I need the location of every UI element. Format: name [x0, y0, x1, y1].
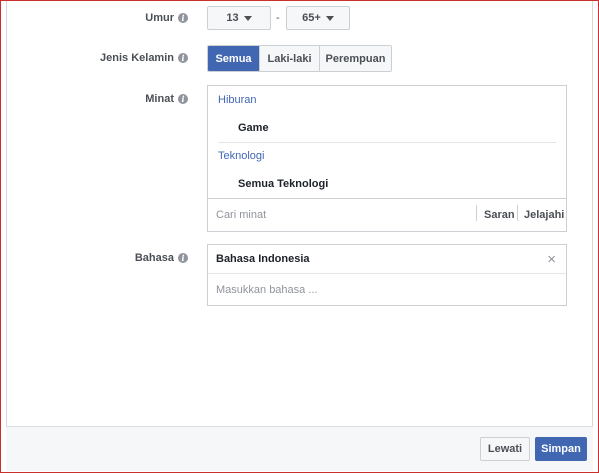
gender-label-group: Jenis Kelamin i	[100, 52, 188, 64]
chevron-down-icon	[325, 15, 334, 21]
interest-item-game[interactable]: Game	[238, 122, 269, 134]
dialog-footer: Lewati Simpan	[6, 426, 593, 471]
gender-option-all[interactable]: Semua	[208, 46, 260, 71]
divider	[208, 198, 566, 199]
interests-label: Minat	[145, 93, 174, 105]
chevron-down-icon	[243, 15, 252, 21]
close-icon[interactable]: ×	[547, 251, 556, 268]
content-border-right	[592, 1, 593, 426]
language-input[interactable]: Masukkan bahasa ...	[216, 284, 318, 296]
dialog-frame: Umur i 13 - 65+ Jenis Kelamin i Semua La…	[0, 0, 599, 473]
age-max-dropdown[interactable]: 65+	[286, 6, 350, 30]
info-icon[interactable]: i	[178, 13, 188, 23]
age-separator: -	[276, 12, 280, 24]
gender-option-male[interactable]: Laki-laki	[260, 46, 320, 71]
interest-item-all-technology[interactable]: Semua Teknologi	[238, 178, 328, 190]
info-icon[interactable]: i	[178, 53, 188, 63]
save-button[interactable]: Simpan	[535, 437, 587, 461]
content-border-left	[6, 1, 7, 426]
interest-category-entertainment: Hiburan	[218, 94, 257, 106]
age-min-value: 13	[226, 12, 239, 24]
info-icon[interactable]: i	[178, 253, 188, 263]
language-selected: Bahasa Indonesia	[216, 253, 310, 265]
divider	[208, 273, 566, 274]
interests-label-group: Minat i	[145, 93, 188, 105]
language-box: Bahasa Indonesia × Masukkan bahasa ...	[207, 244, 567, 306]
gender-segmented-control: Semua Laki-laki Perempuan	[207, 45, 392, 72]
interest-search-input[interactable]: Cari minat	[216, 209, 266, 221]
age-label: Umur	[145, 12, 174, 24]
divider	[517, 205, 518, 221]
interest-category-technology: Teknologi	[218, 150, 265, 162]
age-label-group: Umur i	[145, 12, 188, 24]
skip-button[interactable]: Lewati	[480, 437, 530, 461]
language-label-group: Bahasa i	[135, 252, 188, 264]
suggestions-button[interactable]: Saran	[484, 209, 515, 221]
interests-box: Hiburan Game Teknologi Semua Teknologi C…	[207, 85, 567, 232]
language-label: Bahasa	[134, 252, 174, 264]
gender-label: Jenis Kelamin	[100, 52, 174, 64]
age-max-value: 65+	[302, 12, 321, 24]
info-icon[interactable]: i	[178, 94, 188, 104]
divider	[476, 205, 477, 221]
divider	[218, 142, 556, 143]
browse-button[interactable]: Jelajahi	[524, 209, 564, 221]
gender-option-female[interactable]: Perempuan	[320, 46, 391, 71]
age-min-dropdown[interactable]: 13	[207, 6, 271, 30]
